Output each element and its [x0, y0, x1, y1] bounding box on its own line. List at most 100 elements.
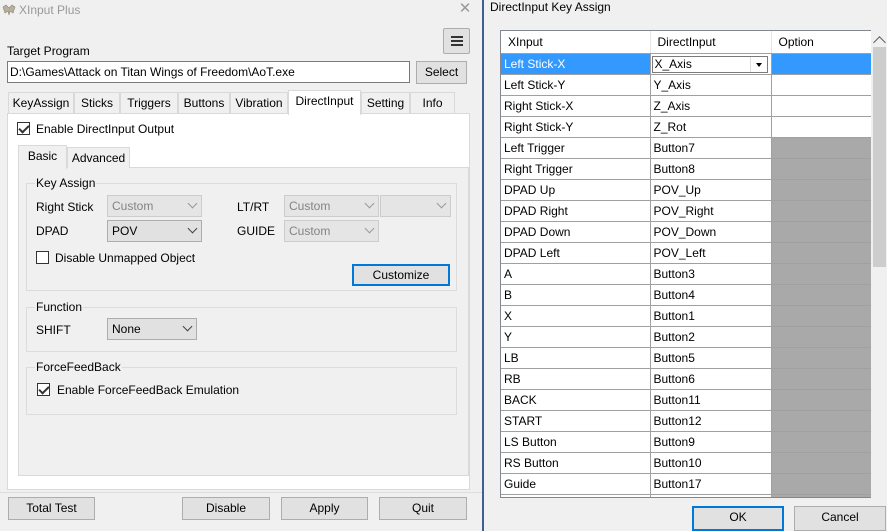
column-header-directinput[interactable]: DirectInput [650, 31, 772, 54]
table-row[interactable]: X Button1 [501, 304, 873, 327]
directinput-cell[interactable]: Button1 [650, 304, 772, 327]
xinput-cell[interactable] [501, 493, 651, 497]
tab-advanced[interactable]: Advanced [67, 147, 130, 168]
apply-button[interactable]: Apply [281, 497, 368, 520]
directinput-cell[interactable]: Button10 [650, 451, 772, 474]
table-row[interactable] [501, 493, 873, 497]
forcefeedback-emulation-checkbox[interactable] [37, 383, 50, 396]
table-row[interactable]: RS Button Button10 [501, 451, 873, 474]
xinput-cell[interactable]: Right Trigger [501, 157, 651, 180]
tab-basic[interactable]: Basic [18, 145, 67, 169]
directinput-cell[interactable]: X_Axis [650, 52, 772, 75]
table-row[interactable]: Guide Button17 [501, 472, 873, 495]
tab-vibration[interactable]: Vibration [230, 92, 288, 113]
xinput-cell[interactable]: DPAD Right [501, 199, 651, 222]
ltrt-secondary-select[interactable] [380, 195, 451, 217]
disable-button[interactable]: Disable [182, 497, 270, 520]
option-cell[interactable] [771, 52, 873, 75]
xinput-cell[interactable]: Left Stick-X [501, 52, 651, 75]
guide-select[interactable]: Custom [284, 220, 379, 242]
option-cell[interactable] [771, 94, 873, 117]
table-row[interactable]: Left Stick-X X_Axis [501, 52, 873, 75]
table-row[interactable]: Right Trigger Button8 [501, 157, 873, 180]
scrollbar-thumb[interactable] [873, 47, 886, 267]
xinput-cell[interactable]: Left Stick-Y [501, 73, 651, 96]
table-row[interactable]: Left Trigger Button7 [501, 136, 873, 159]
shift-select[interactable]: None [107, 318, 197, 340]
table-row[interactable]: Left Stick-Y Y_Axis [501, 73, 873, 96]
xinput-cell[interactable]: DPAD Left [501, 241, 651, 264]
xinput-cell[interactable]: A [501, 262, 651, 285]
option-cell[interactable] [771, 73, 873, 96]
tab-buttons[interactable]: Buttons [178, 92, 230, 113]
xinput-cell[interactable]: Left Trigger [501, 136, 651, 159]
column-header-option[interactable]: Option [771, 31, 873, 54]
option-cell[interactable] [771, 115, 873, 138]
table-row[interactable]: A Button3 [501, 262, 873, 285]
xinput-cell[interactable]: RB [501, 367, 651, 390]
column-header-xinput[interactable]: XInput [501, 31, 651, 54]
menu-button[interactable] [443, 28, 470, 54]
table-row[interactable]: DPAD Up POV_Up [501, 178, 873, 201]
directinput-cell[interactable] [650, 493, 772, 497]
directinput-cell[interactable]: Button6 [650, 367, 772, 390]
directinput-cell[interactable]: Button17 [650, 472, 772, 495]
directinput-cell[interactable]: Button5 [650, 346, 772, 369]
directinput-cell[interactable]: Button3 [650, 262, 772, 285]
tab-directinput[interactable]: DirectInput [288, 90, 361, 115]
directinput-cell[interactable]: POV_Up [650, 178, 772, 201]
ltrt-select[interactable]: Custom [284, 195, 379, 217]
directinput-cell[interactable]: Button9 [650, 430, 772, 453]
table-row[interactable]: LB Button5 [501, 346, 873, 369]
xinput-cell[interactable]: Right Stick-X [501, 94, 651, 117]
table-row[interactable]: Right Stick-X Z_Axis [501, 94, 873, 117]
ok-button[interactable]: OK [692, 506, 784, 531]
tab-setting[interactable]: Setting [361, 92, 410, 113]
xinput-cell[interactable]: BACK [501, 388, 651, 411]
directinput-cell-select[interactable]: X_Axis [651, 55, 768, 73]
xinput-cell[interactable]: B [501, 283, 651, 306]
table-row[interactable]: LS Button Button9 [501, 430, 873, 453]
table-row[interactable]: Y Button2 [501, 325, 873, 348]
close-icon[interactable]: ✕ [457, 1, 473, 17]
dpad-select[interactable]: POV [107, 220, 202, 242]
xinput-cell[interactable]: DPAD Up [501, 178, 651, 201]
directinput-cell[interactable]: Button12 [650, 409, 772, 432]
table-row[interactable]: START Button12 [501, 409, 873, 432]
directinput-cell[interactable]: Button2 [650, 325, 772, 348]
right-stick-select[interactable]: Custom [107, 195, 202, 217]
disable-unmapped-checkbox[interactable] [36, 251, 49, 264]
table-row[interactable]: BACK Button11 [501, 388, 873, 411]
tab-keyassign[interactable]: KeyAssign [8, 92, 74, 113]
table-row[interactable]: Right Stick-Y Z_Rot [501, 115, 873, 138]
xinput-cell[interactable]: LS Button [501, 430, 651, 453]
xinput-cell[interactable]: START [501, 409, 651, 432]
quit-button[interactable]: Quit [379, 497, 467, 520]
table-row[interactable]: RB Button6 [501, 367, 873, 390]
table-row[interactable]: DPAD Left POV_Left [501, 241, 873, 264]
target-program-input[interactable]: D:\Games\Attack on Titan Wings of Freedo… [7, 61, 410, 83]
tab-sticks[interactable]: Sticks [74, 92, 120, 113]
table-row[interactable]: B Button4 [501, 283, 873, 306]
directinput-cell[interactable]: Z_Axis [650, 94, 772, 117]
tab-info[interactable]: Info [410, 92, 455, 113]
vertical-scrollbar[interactable] [871, 30, 887, 525]
xinput-cell[interactable]: X [501, 304, 651, 327]
key-assign-grid[interactable]: XInput DirectInput Option Left Stick-X X_… [500, 30, 887, 498]
directinput-cell[interactable]: POV_Down [650, 220, 772, 243]
total-test-button[interactable]: Total Test [8, 497, 95, 520]
directinput-cell[interactable]: POV_Right [650, 199, 772, 222]
directinput-cell[interactable]: Y_Axis [650, 73, 772, 96]
directinput-cell[interactable]: Button11 [650, 388, 772, 411]
table-row[interactable]: DPAD Right POV_Right [501, 199, 873, 222]
directinput-cell[interactable]: Z_Rot [650, 115, 772, 138]
xinput-cell[interactable]: RS Button [501, 451, 651, 474]
customize-button[interactable]: Customize [352, 264, 450, 286]
select-button[interactable]: Select [416, 61, 467, 84]
xinput-cell[interactable]: DPAD Down [501, 220, 651, 243]
directinput-cell[interactable]: POV_Left [650, 241, 772, 264]
xinput-cell[interactable]: Y [501, 325, 651, 348]
directinput-cell[interactable]: Button4 [650, 283, 772, 306]
xinput-cell[interactable]: Guide [501, 472, 651, 495]
table-row[interactable]: DPAD Down POV_Down [501, 220, 873, 243]
